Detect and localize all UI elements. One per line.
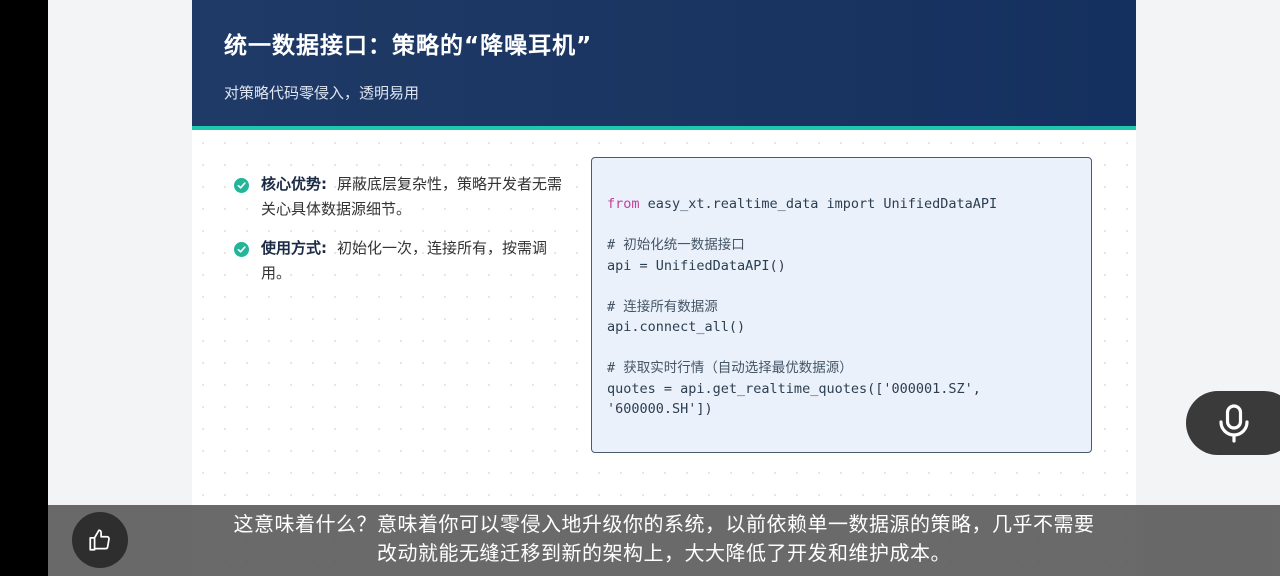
code-line: api.connect_all() [607, 319, 746, 335]
code-content: from easy_xt.realtime_data import Unifie… [607, 194, 997, 420]
code-line: api = UnifiedDataAPI() [607, 257, 786, 274]
code-line: '600000.SH']) [607, 401, 713, 417]
like-button[interactable] [72, 512, 128, 568]
key-point-title: 使用方式: [261, 239, 327, 257]
code-comment: # 获取实时行情（自动选择最优数据源） [607, 360, 853, 376]
key-point: 使用方式: 初始化一次，连接所有，按需调用。 [234, 236, 574, 286]
code-comment: # 连接所有数据源 [607, 298, 718, 315]
header-accent-line [192, 126, 1136, 130]
caption-line: 这意味着什么？意味着你可以零侵入地升级你的系统，以前依赖单一数据源的策略，几乎不… [233, 512, 1095, 536]
slide-subtitle: 对策略代码零侵入，透明易用 [224, 84, 420, 102]
left-black-bar [0, 0, 48, 576]
check-circle-icon [234, 242, 249, 257]
code-line: quotes = api.get_realtime_quotes(['00000… [607, 380, 981, 397]
key-point-title: 核心优势: [261, 175, 327, 193]
slide-title: 统一数据接口：策略的“降噪耳机” [224, 33, 593, 59]
microphone-icon [1219, 404, 1249, 443]
thumbs-up-icon [89, 529, 110, 551]
microphone-button[interactable] [1186, 391, 1280, 455]
slide-header: 统一数据接口：策略的“降噪耳机” 对策略代码零侵入，透明易用 [192, 0, 1136, 126]
caption-line: 改动就能无缝迁移到新的架构上，大大降低了开发和维护成本。 [377, 541, 951, 565]
code-keyword: from [607, 196, 640, 212]
code-comment: # 初始化统一数据接口 [607, 237, 745, 253]
subtitle-caption: 这意味着什么？意味着你可以零侵入地升级你的系统，以前依赖单一数据源的策略，几乎不… [192, 510, 1136, 568]
key-point: 核心优势: 屏蔽底层复杂性，策略开发者无需关心具体数据源细节。 [234, 172, 574, 222]
key-points-list: 核心优势: 屏蔽底层复杂性，策略开发者无需关心具体数据源细节。 使用方式: 初始化一… [234, 172, 574, 300]
code-block: from easy_xt.realtime_data import Unifie… [591, 157, 1092, 453]
code-line: easy_xt.realtime_data import UnifiedData… [639, 196, 998, 212]
slide: 统一数据接口：策略的“降噪耳机” 对策略代码零侵入，透明易用 核心优势: 屏蔽底层… [192, 0, 1136, 576]
check-circle-icon [234, 178, 249, 193]
